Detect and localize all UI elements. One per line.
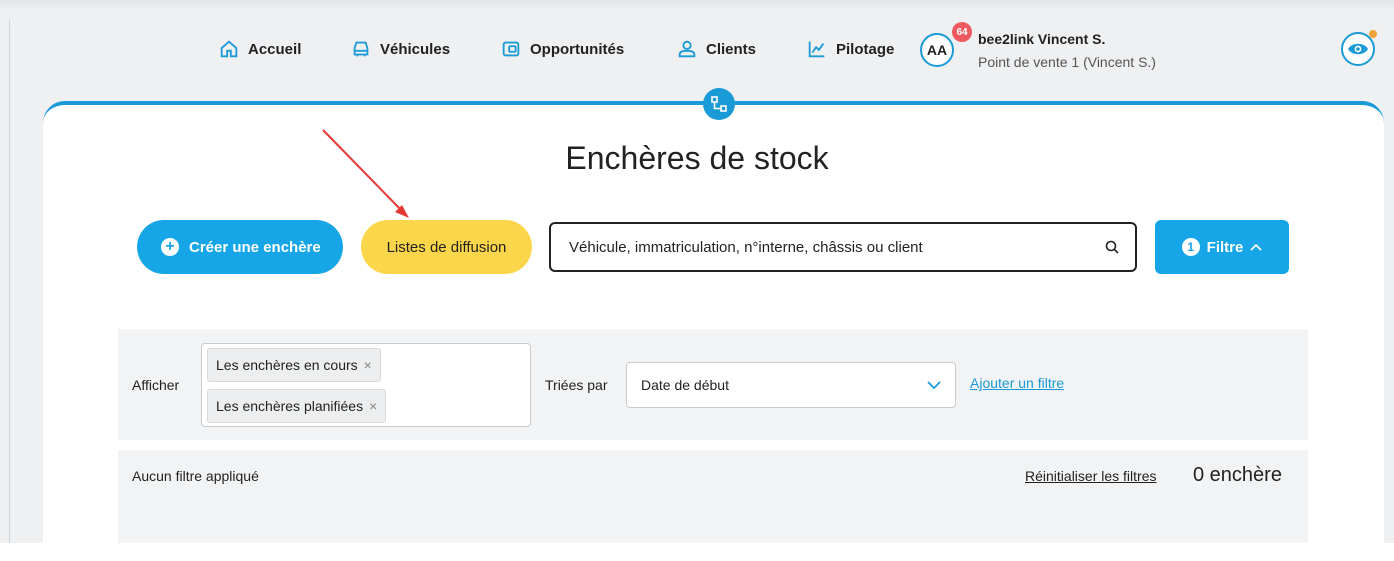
nav-clients[interactable]: Clients <box>676 38 756 60</box>
left-divider <box>9 20 10 543</box>
tag-en-cours: Les enchères en cours × <box>207 348 381 382</box>
sort-label: Triées par <box>545 377 608 393</box>
create-auction-label: Créer une enchère <box>189 238 321 256</box>
avatar[interactable]: AA <box>920 33 954 67</box>
chart-icon <box>808 41 825 58</box>
car-icon <box>353 41 369 57</box>
status-dot <box>1369 30 1377 38</box>
create-auction-button[interactable]: + Créer une enchère <box>137 220 343 274</box>
search-icon[interactable] <box>1105 240 1119 254</box>
filter-button[interactable]: 1 Filtre <box>1155 220 1289 274</box>
nav-accueil[interactable]: Accueil <box>218 38 301 60</box>
results-panel <box>118 450 1308 543</box>
user-name[interactable]: bee2link Vincent S. <box>978 31 1105 47</box>
chevron-down-icon <box>927 380 941 389</box>
close-icon[interactable]: × <box>364 357 372 373</box>
nav-pilotage-label: Pilotage <box>836 40 895 58</box>
close-icon[interactable]: × <box>369 398 377 414</box>
distribution-lists-button[interactable]: Listes de diffusion <box>361 220 532 274</box>
distribution-lists-label: Listes de diffusion <box>386 238 507 256</box>
user-icon <box>678 40 696 58</box>
results-count: 0 enchère <box>1193 464 1282 486</box>
nav-pilotage[interactable]: Pilotage <box>806 38 894 60</box>
home-icon <box>220 40 238 58</box>
notification-badge: 64 <box>952 22 972 42</box>
nav-opportunites[interactable]: Opportunités <box>500 38 624 60</box>
nav-vehicules[interactable]: Véhicules <box>350 38 450 60</box>
filter-label: Filtre <box>1206 238 1244 256</box>
nav-opportunites-label: Opportunités <box>530 40 625 58</box>
annotation-arrow <box>322 129 409 218</box>
network-icon <box>703 88 735 120</box>
store-name: Point de vente 1 (Vincent S.) <box>978 54 1156 70</box>
nav-vehicules-label: Véhicules <box>380 40 451 58</box>
sort-select[interactable]: Date de début <box>626 362 956 408</box>
tag-planifiees: Les enchères planifiées × <box>207 389 387 423</box>
page-title-wrapper: Enchères de stock <box>0 140 1394 177</box>
top-navigation: Accueil Véhicules Opportunités Clients P… <box>0 0 1394 95</box>
no-filter-text: Aucun filtre appliqué <box>132 468 259 484</box>
add-filter-link[interactable]: Ajouter un filtre <box>970 375 1064 391</box>
filter-count: 1 <box>1181 238 1200 256</box>
plus-icon: + <box>161 238 179 256</box>
tag-planifiees-label: Les enchères planifiées <box>216 398 364 414</box>
page-title: Enchères de stock <box>565 140 829 176</box>
tag-en-cours-label: Les enchères en cours <box>216 357 358 373</box>
nav-clients-label: Clients <box>706 40 757 58</box>
chevron-up-icon <box>1250 243 1262 251</box>
reset-filters-link[interactable]: Réinitialiser les filtres <box>1025 468 1156 484</box>
eye-icon <box>1348 43 1368 55</box>
sort-value: Date de début <box>641 377 729 393</box>
show-label: Afficher <box>132 377 180 393</box>
search-box <box>549 222 1137 272</box>
search-input[interactable] <box>567 237 1105 257</box>
nav-accueil-label: Accueil <box>248 40 302 58</box>
wallet-icon <box>502 41 520 57</box>
